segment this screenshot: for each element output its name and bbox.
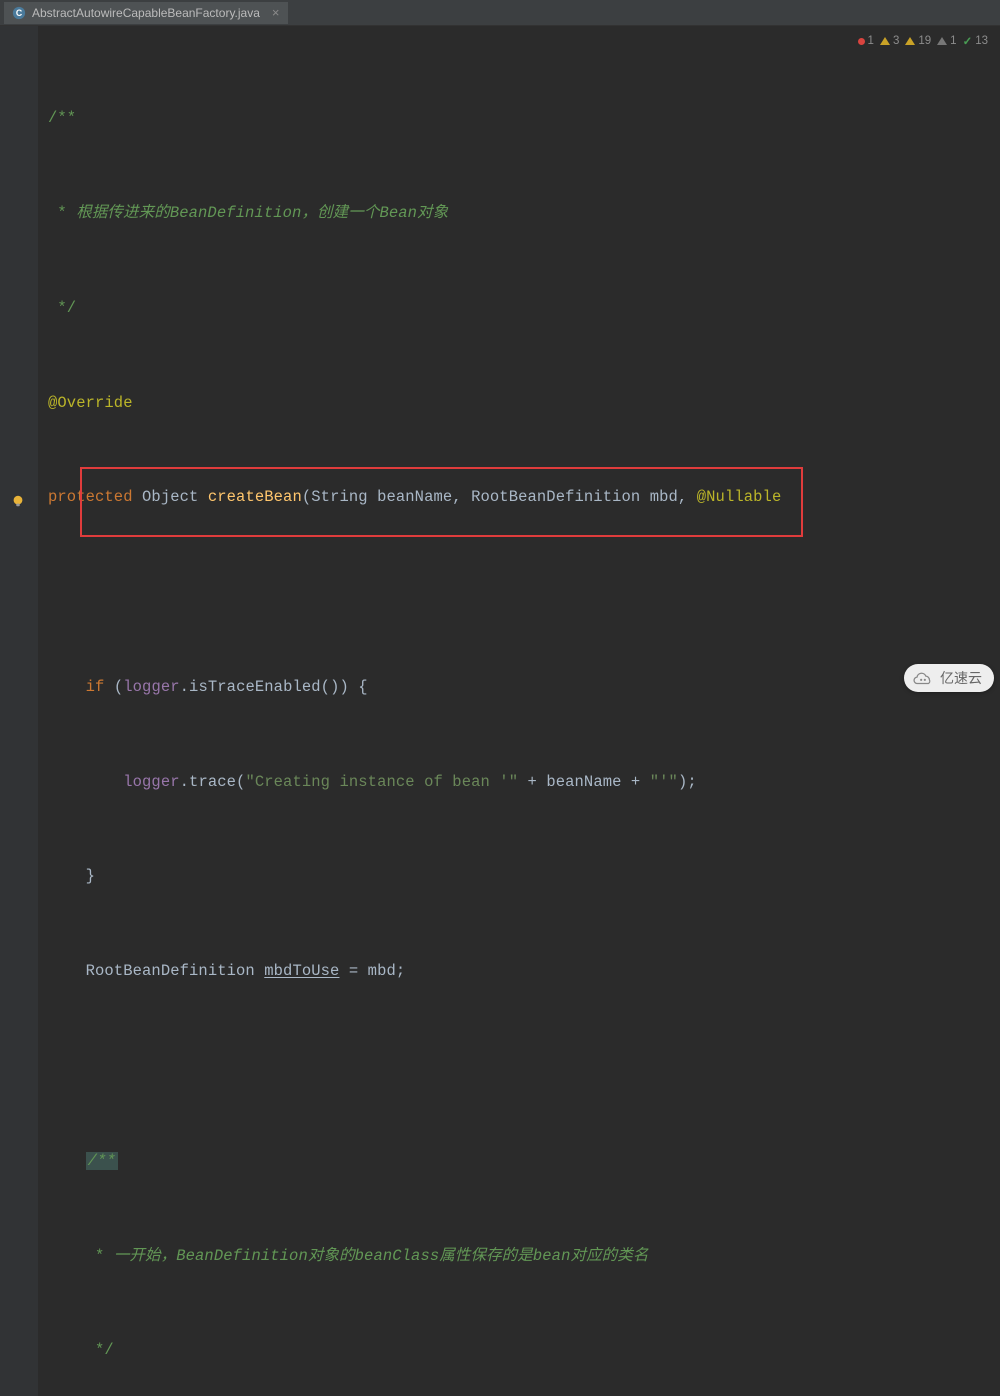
java-class-icon: C — [12, 6, 26, 20]
cloud-icon — [912, 669, 934, 687]
nullable-annotation: @Nullable — [697, 488, 782, 506]
doc-close: */ — [48, 299, 76, 317]
doc-text: 一开始，BeanDefinition对象的beanClass属性保存的是bean… — [114, 1247, 649, 1265]
string-literal: "'" — [650, 773, 678, 791]
watermark-badge: 亿速云 — [904, 664, 994, 692]
editor-tabbar: C AbstractAutowireCapableBeanFactory.jav… — [0, 0, 1000, 26]
doc-open: /** — [48, 109, 76, 127]
watermark-text: 亿速云 — [940, 668, 982, 688]
string-literal: "Creating instance of bean '" — [245, 773, 518, 791]
override-annotation: @Override — [48, 394, 133, 412]
doc-open-folded[interactable]: /** — [86, 1152, 118, 1170]
doc-star: * — [48, 204, 76, 222]
file-tab[interactable]: C AbstractAutowireCapableBeanFactory.jav… — [4, 2, 288, 24]
gutter[interactable] — [0, 26, 38, 1396]
intention-bulb-icon[interactable] — [10, 493, 26, 509]
code-editor[interactable]: /** * 根据传进来的BeanDefinition，创建一个Bean对象 */… — [0, 26, 1000, 1396]
kw-protected: protected — [48, 488, 133, 506]
doc-close: */ — [86, 1341, 114, 1359]
code-area[interactable]: /** * 根据传进来的BeanDefinition，创建一个Bean对象 */… — [38, 40, 1000, 1396]
var-mbdtouse: mbdToUse — [264, 962, 339, 980]
tab-title: AbstractAutowireCapableBeanFactory.java — [32, 6, 260, 20]
method-name: createBean — [208, 488, 302, 506]
doc-text: 根据传进来的BeanDefinition，创建一个Bean对象 — [76, 204, 448, 222]
svg-text:C: C — [16, 8, 23, 18]
close-icon[interactable]: × — [272, 5, 280, 20]
logger-field: logger — [123, 773, 179, 791]
logger-field: logger — [123, 678, 179, 696]
